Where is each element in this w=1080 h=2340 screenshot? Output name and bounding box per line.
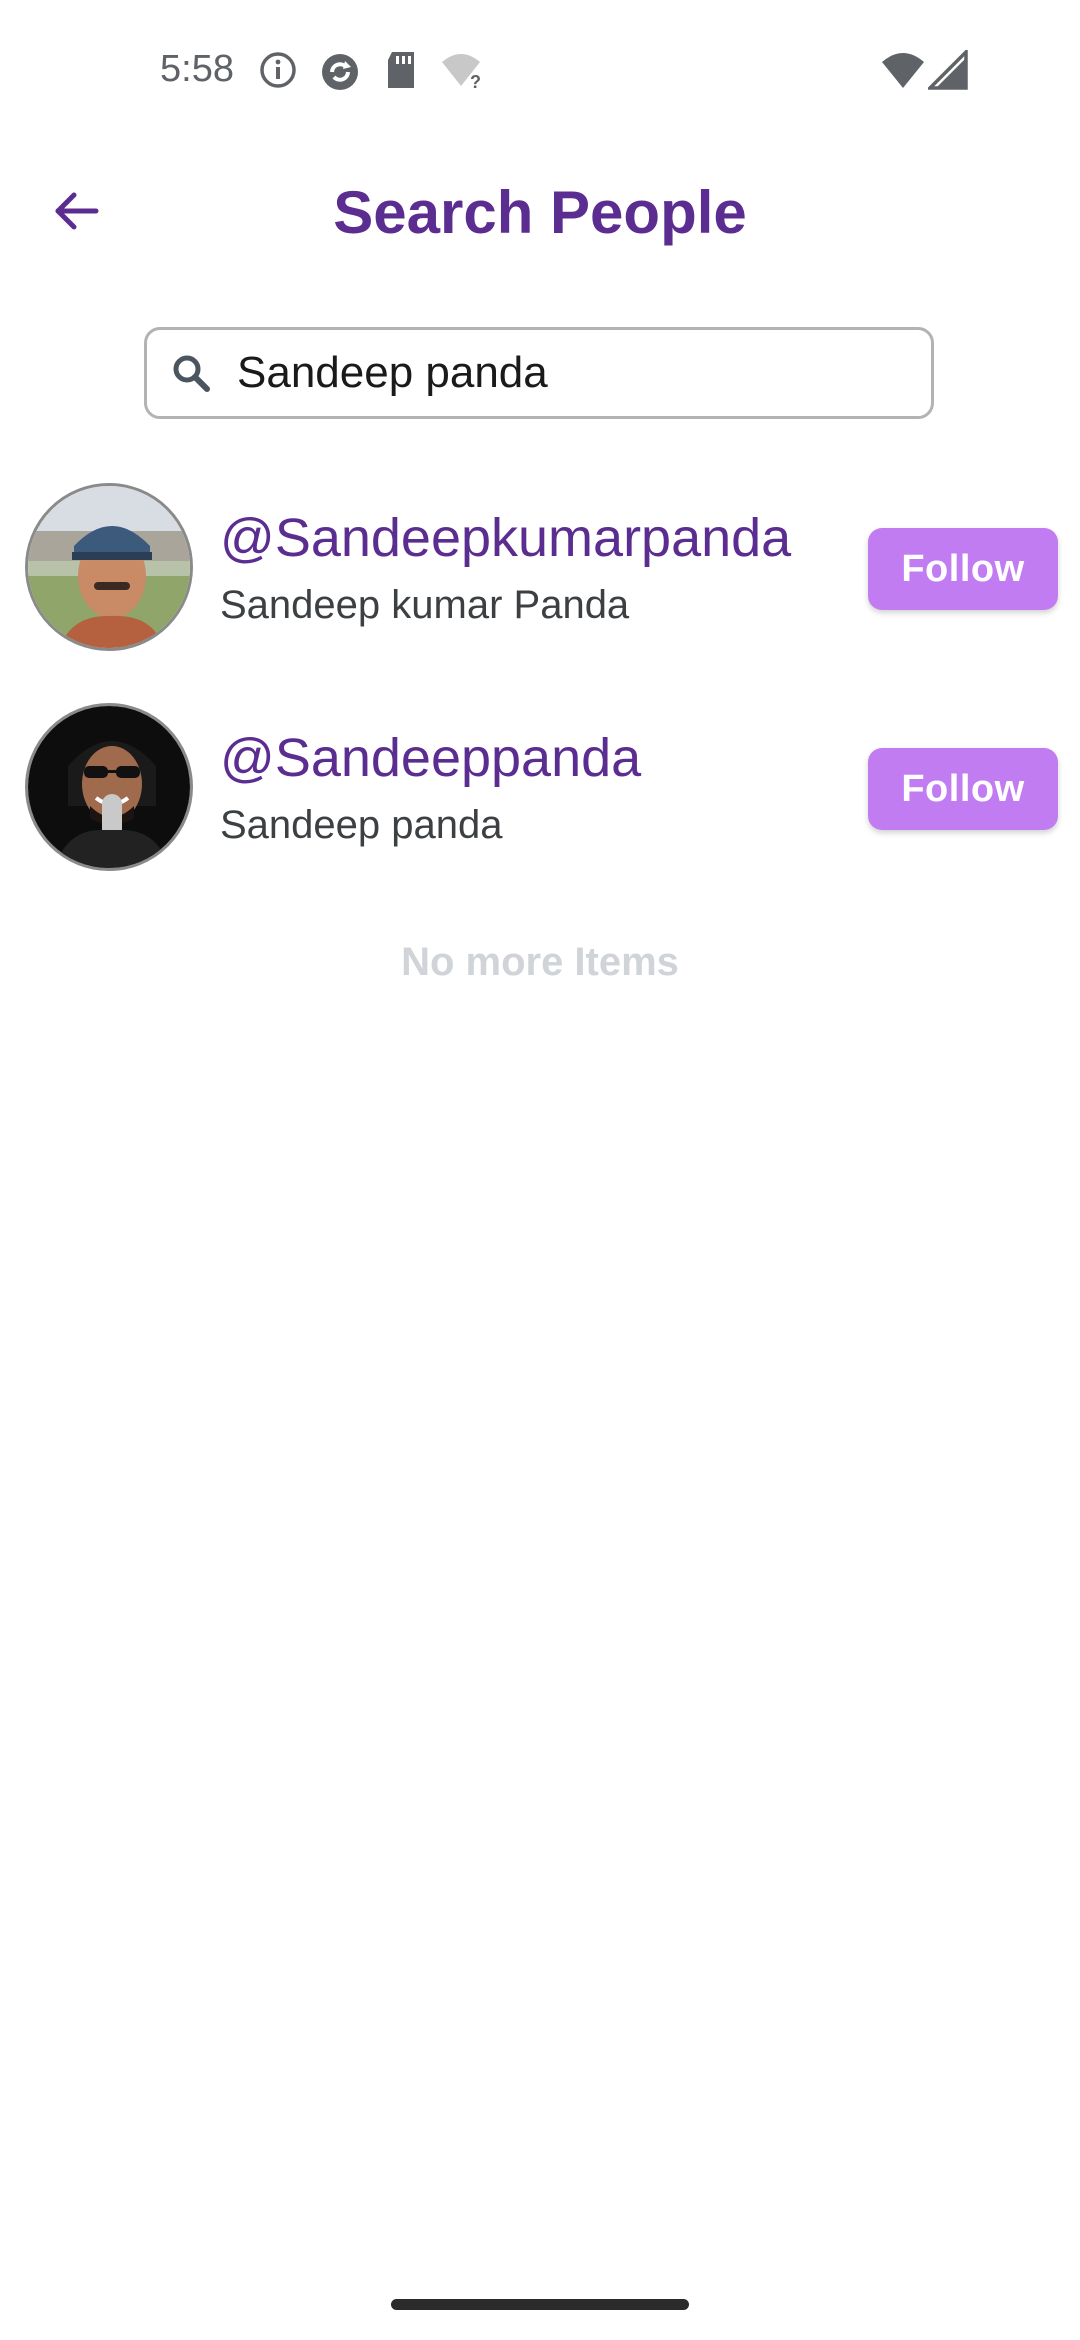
follow-button[interactable]: Follow	[868, 748, 1058, 830]
avatar	[25, 483, 193, 651]
avatar	[25, 703, 193, 871]
status-bar: 5:58 ?	[0, 0, 1080, 140]
search-icon	[169, 351, 213, 395]
home-indicator[interactable]	[391, 2299, 689, 2310]
follow-button[interactable]: Follow	[868, 528, 1058, 610]
cell-signal-icon	[925, 47, 968, 90]
search-people-screen: 5:58 ? Search People Sandeep panda @Sand…	[0, 0, 1080, 2340]
wifi-question-icon: ?	[440, 50, 481, 92]
page-title: Search People	[333, 179, 747, 246]
search-field[interactable]	[144, 327, 934, 419]
username[interactable]: @Sandeeppanda	[220, 727, 641, 789]
list-item[interactable]: @Sandeeppanda Sandeep panda Follow	[0, 703, 1080, 883]
sd-card-icon	[384, 50, 424, 90]
status-time: 5:58	[160, 48, 234, 90]
full-name: Sandeep panda	[220, 803, 503, 847]
no-more-items-label: No more Items	[401, 940, 679, 984]
full-name: Sandeep kumar Panda	[220, 583, 630, 627]
sync-icon	[318, 50, 358, 90]
svg-text:?: ?	[470, 72, 481, 90]
info-icon	[258, 50, 298, 90]
list-item[interactable]: @Sandeepkumarpanda Sandeep kumar Panda F…	[0, 483, 1080, 663]
username[interactable]: @Sandeepkumarpanda	[220, 507, 791, 569]
search-input[interactable]	[237, 348, 917, 398]
wifi-icon	[880, 50, 924, 90]
